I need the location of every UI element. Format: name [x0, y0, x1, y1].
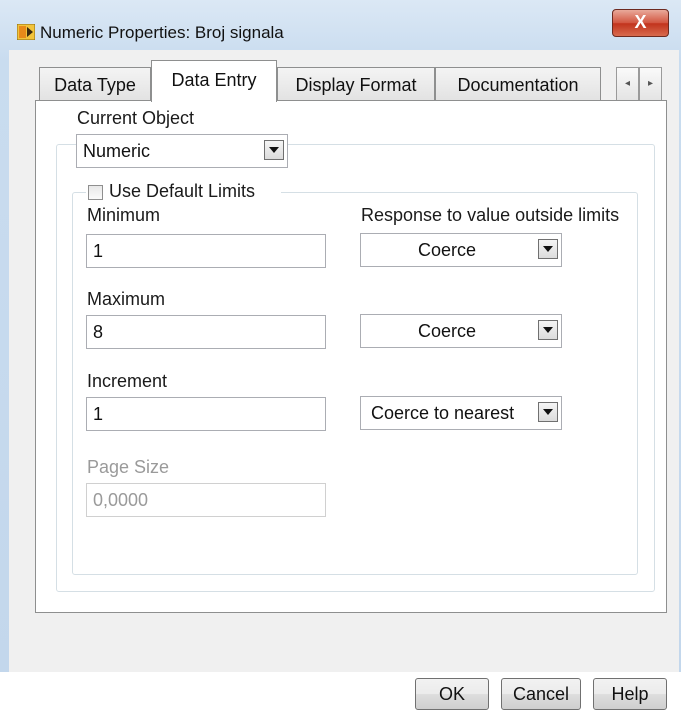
use-default-limits-row[interactable]: Use Default Limits	[86, 178, 281, 204]
help-button[interactable]: Help	[593, 678, 667, 710]
current-object-label: Current Object	[77, 108, 195, 128]
data-entry-panel: Current Object Numeric Use Default Limit…	[35, 100, 667, 613]
minimum-response-value: Coerce	[418, 240, 477, 260]
current-object-value: Numeric	[83, 141, 151, 161]
tab-data-type[interactable]: Data Type	[39, 67, 151, 101]
tab-scroll-left-icon[interactable]: ◂	[616, 67, 639, 101]
title-bar[interactable]: Numeric Properties: Broj signala X	[0, 0, 681, 42]
cancel-button[interactable]: Cancel	[501, 678, 581, 710]
use-default-limits-label: Use Default Limits	[109, 181, 256, 201]
maximum-response-value: Coerce	[418, 321, 477, 341]
maximum-input[interactable]: 8	[86, 315, 326, 349]
window-title: Numeric Properties: Broj signala	[40, 23, 284, 42]
chevron-down-icon[interactable]	[538, 239, 558, 259]
use-default-limits-checkbox[interactable]	[88, 185, 103, 200]
ok-button[interactable]: OK	[415, 678, 489, 710]
page-size-label: Page Size	[87, 457, 170, 477]
tab-display-format[interactable]: Display Format	[277, 67, 435, 101]
increment-response-dropdown[interactable]: Coerce to nearest	[360, 396, 562, 430]
tab-documentation[interactable]: Documentation	[435, 67, 601, 101]
dialog-client-area: Data Type Data Entry Display Format Docu…	[9, 50, 679, 710]
current-object-dropdown[interactable]: Numeric	[76, 134, 288, 168]
increment-response-value: Coerce to nearest	[371, 403, 515, 423]
page-size-input: 0,0000	[86, 483, 326, 517]
labview-vi-icon	[17, 24, 35, 40]
close-button[interactable]: X	[612, 9, 669, 37]
increment-input[interactable]: 1	[86, 397, 326, 431]
minimum-response-dropdown[interactable]: Coerce	[360, 233, 562, 267]
tab-scroll-right-icon[interactable]: ▸	[639, 67, 662, 101]
tab-data-entry[interactable]: Data Entry	[151, 60, 277, 102]
maximum-response-dropdown[interactable]: Coerce	[360, 314, 562, 348]
response-label: Response to value outside limits	[361, 205, 620, 225]
chevron-down-icon[interactable]	[538, 320, 558, 340]
chevron-down-icon[interactable]	[538, 402, 558, 422]
minimum-label: Minimum	[87, 205, 161, 225]
increment-label: Increment	[87, 371, 168, 391]
maximum-label: Maximum	[87, 289, 166, 309]
chevron-down-icon[interactable]	[264, 140, 284, 160]
minimum-input[interactable]: 1	[86, 234, 326, 268]
